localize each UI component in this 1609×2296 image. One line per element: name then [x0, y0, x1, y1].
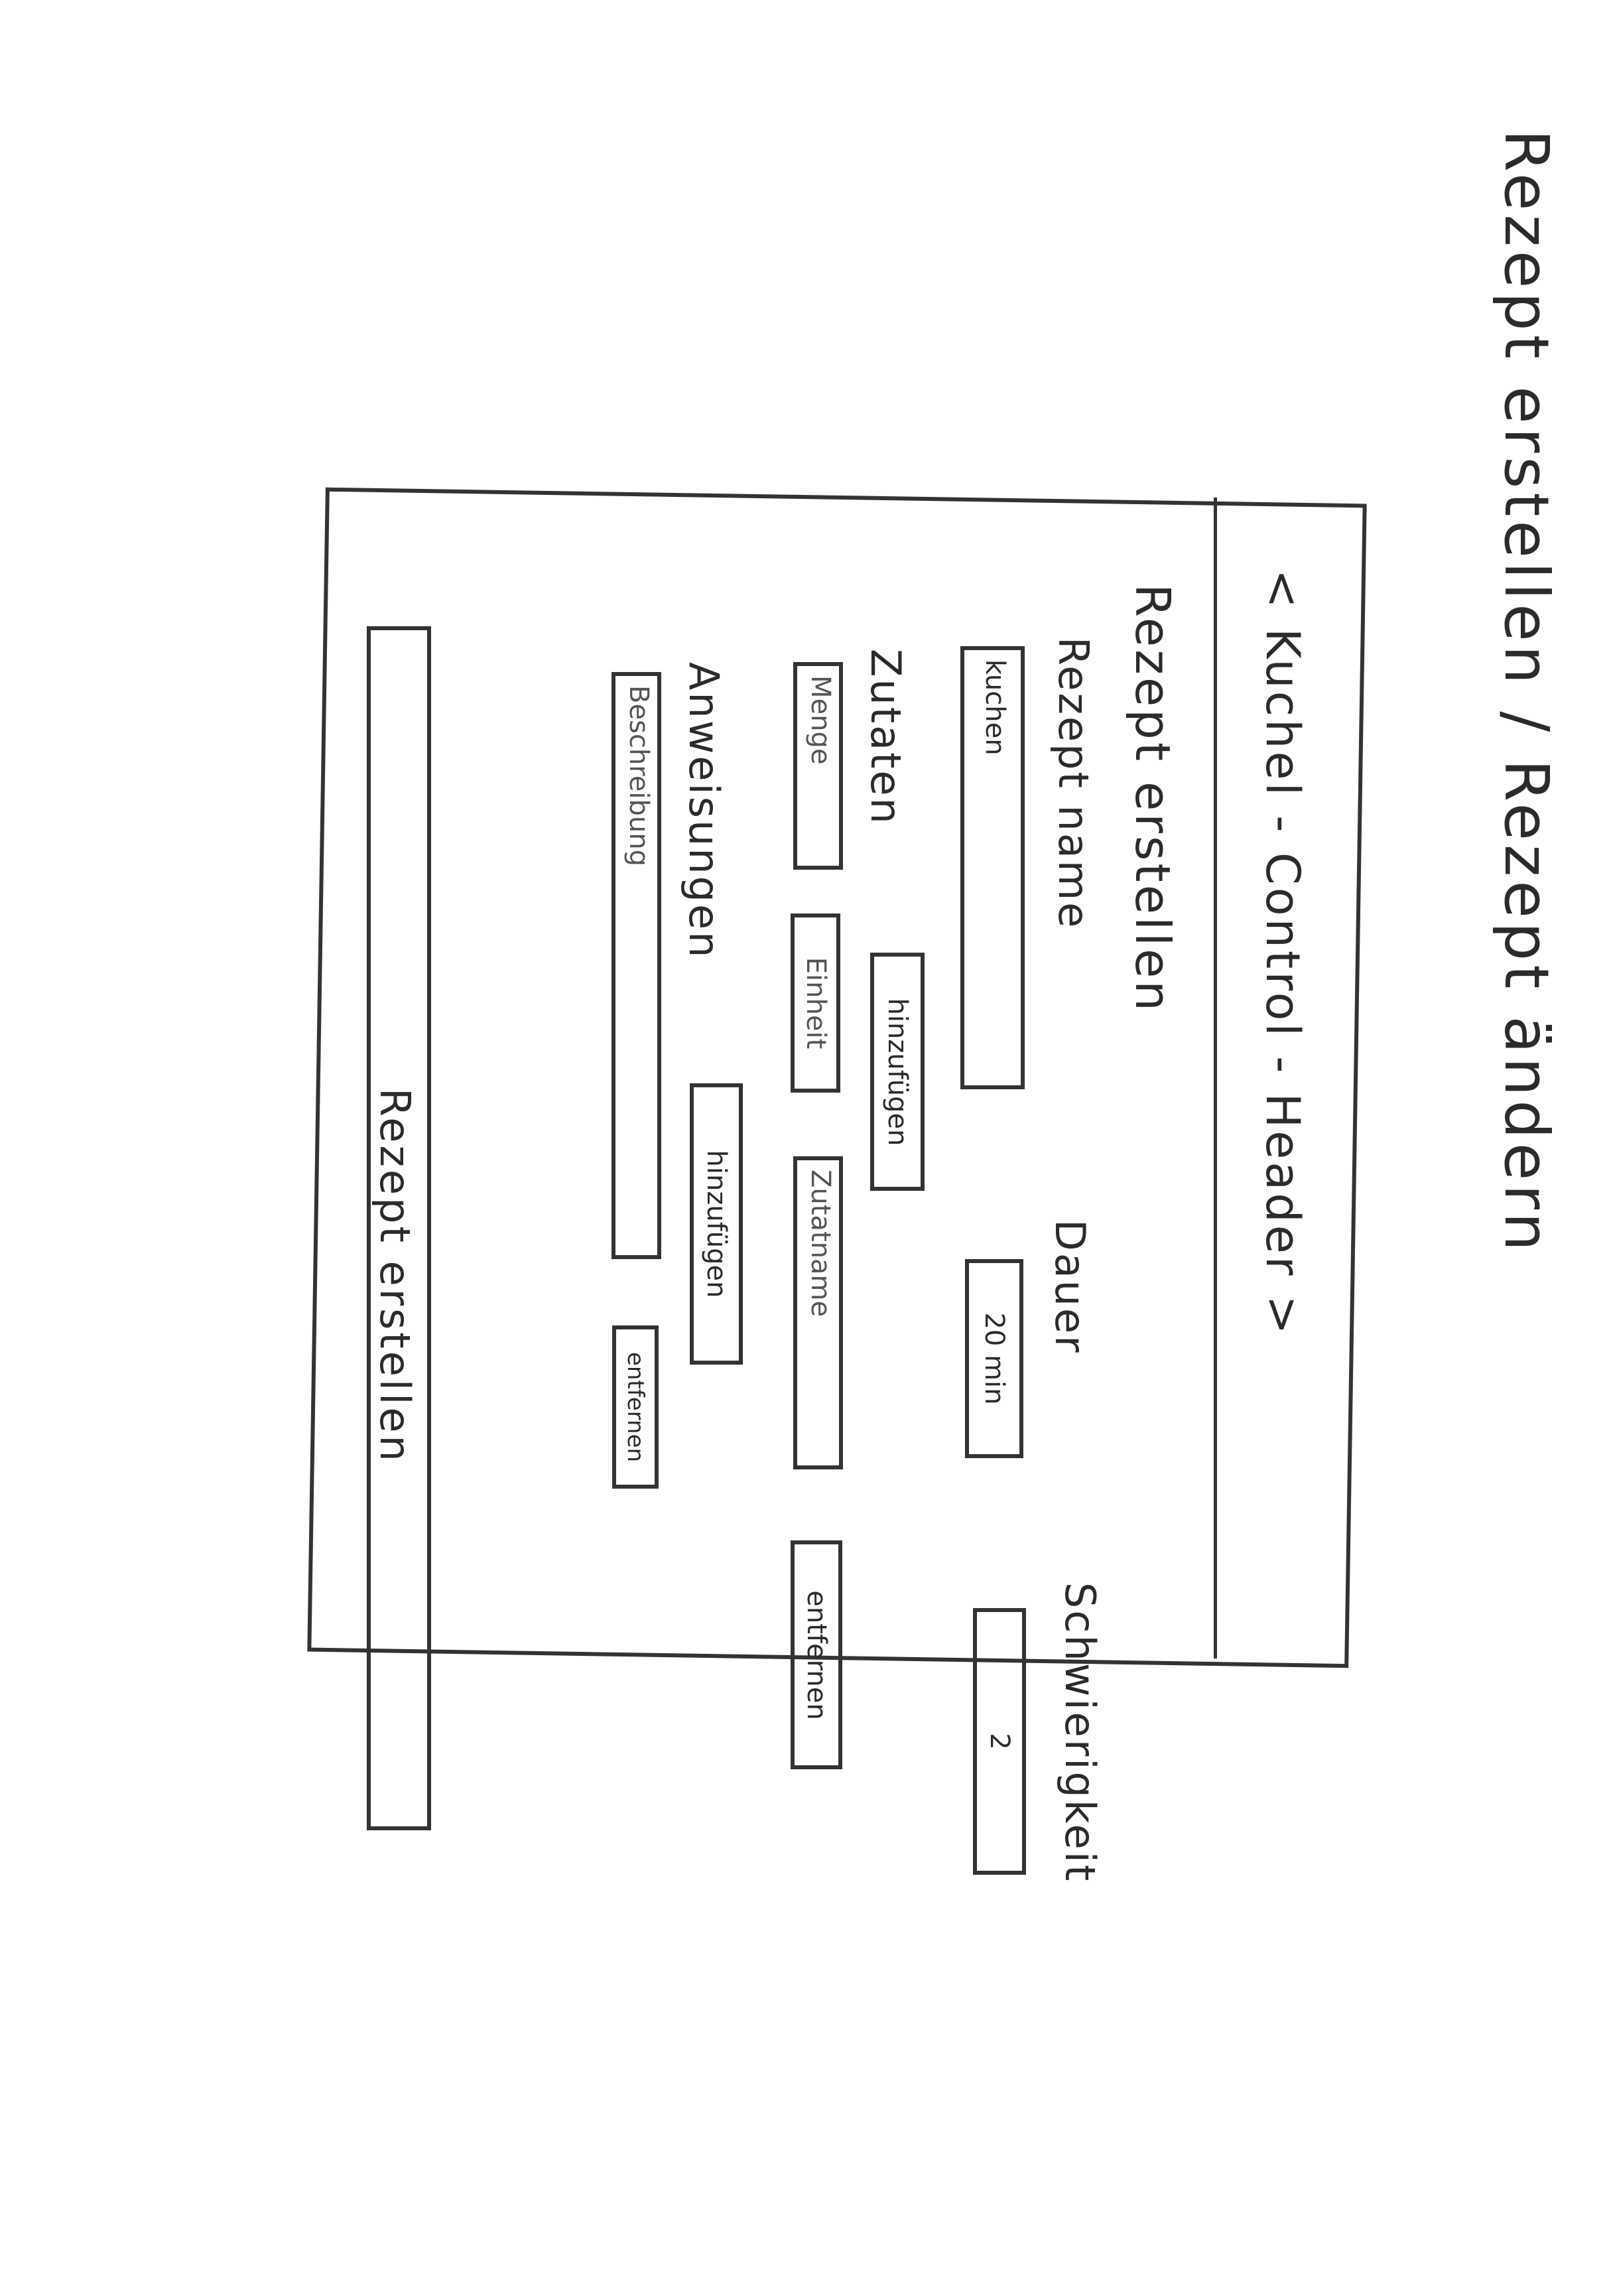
add-ingredient-label: hinzufügen	[882, 998, 913, 1146]
create-recipe-button[interactable]: Rezept erstellen	[367, 626, 431, 1830]
form-heading: Rezept erstellen	[1125, 584, 1181, 1014]
ingredients-label: Zutaten	[862, 649, 910, 826]
ingredient-unit-input[interactable]: Einheit	[791, 913, 840, 1093]
page-title: Rezept erstellen / Rezept ändern	[1491, 129, 1562, 1255]
duration-label: Dauer	[1046, 1219, 1094, 1355]
difficulty-input[interactable]: 2	[973, 1608, 1026, 1875]
app-header: < Kuchel - Control - Header >	[1255, 569, 1310, 1337]
header-divider	[1214, 498, 1217, 1658]
difficulty-label: Schwierigkeit	[1056, 1582, 1104, 1883]
remove-instruction-label: entfernen	[622, 1351, 649, 1463]
difficulty-value: 2	[984, 1733, 1015, 1750]
ingredient-name-input[interactable]: Zutatname	[793, 1156, 843, 1469]
add-ingredient-button[interactable]: hinzufügen	[870, 953, 925, 1191]
remove-ingredient-button[interactable]: entfernen	[791, 1540, 842, 1769]
add-instruction-button[interactable]: hinzufügen	[690, 1083, 743, 1365]
ingredient-name-placeholder: Zutatname	[804, 1170, 836, 1317]
duration-input[interactable]: 20 min	[965, 1259, 1023, 1458]
ingredient-amount-placeholder: Menge	[804, 675, 836, 765]
create-recipe-label: Rezept erstellen	[370, 1088, 419, 1464]
instructions-label: Anweisungen	[680, 662, 728, 960]
remove-ingredient-label: entfernen	[801, 1589, 832, 1720]
recipe-name-input[interactable]: kuchen	[960, 646, 1025, 1089]
remove-instruction-button[interactable]: entfernen	[612, 1325, 659, 1489]
instruction-description-placeholder: Beschreibung	[623, 685, 654, 867]
recipe-name-value: kuchen	[979, 659, 1010, 756]
duration-value: 20 min	[979, 1312, 1009, 1405]
recipe-name-label: Rezept name	[1049, 637, 1098, 930]
ingredient-amount-input[interactable]: Menge	[793, 662, 843, 870]
ingredient-unit-placeholder: Einheit	[800, 957, 831, 1049]
instruction-description-input[interactable]: Beschreibung	[611, 672, 661, 1259]
add-instruction-label: hinzufügen	[701, 1150, 732, 1298]
